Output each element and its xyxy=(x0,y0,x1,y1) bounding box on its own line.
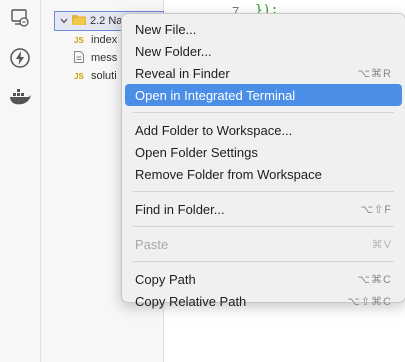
folder-icon xyxy=(72,14,86,28)
menu-item-reveal-in-finder[interactable]: Reveal in Finder ⌥⌘R xyxy=(125,62,402,84)
menu-item-open-in-integrated-terminal[interactable]: Open in Integrated Terminal xyxy=(125,84,402,106)
menu-item-add-folder-to-workspace[interactable]: Add Folder to Workspace... xyxy=(125,119,402,141)
file-name: soluti xyxy=(91,70,117,82)
file-icon xyxy=(74,50,86,66)
js-file-icon: JS xyxy=(74,35,84,45)
shortcut: ⌥⌘R xyxy=(357,67,392,80)
js-file-icon: JS xyxy=(74,71,84,81)
menu-item-paste[interactable]: Paste ⌘V xyxy=(125,233,402,255)
menu-separator xyxy=(133,112,394,113)
context-menu: New File... New Folder... Reveal in Find… xyxy=(121,13,405,309)
shortcut: ⌥⇧⌘C xyxy=(347,295,392,308)
remote-explorer-icon[interactable] xyxy=(8,6,32,30)
file-name: mess xyxy=(91,52,118,64)
shortcut: ⌥⌘C xyxy=(357,273,392,286)
menu-separator xyxy=(133,191,394,192)
shortcut: ⌘V xyxy=(371,238,392,251)
file-name: index xyxy=(91,34,118,46)
lightning-icon[interactable] xyxy=(8,46,32,70)
menu-item-open-folder-settings[interactable]: Open Folder Settings xyxy=(125,141,402,163)
shortcut: ⌥⇧F xyxy=(360,203,392,216)
docker-icon[interactable] xyxy=(8,86,32,110)
menu-item-remove-folder-from-workspace[interactable]: Remove Folder from Workspace xyxy=(125,163,402,185)
menu-separator xyxy=(133,226,394,227)
menu-item-copy-path[interactable]: Copy Path ⌥⌘C xyxy=(125,268,402,290)
menu-item-new-folder[interactable]: New Folder... xyxy=(125,40,402,62)
chevron-down-icon xyxy=(60,15,68,27)
menu-separator xyxy=(133,261,394,262)
menu-item-copy-relative-path[interactable]: Copy Relative Path ⌥⇧⌘C xyxy=(125,290,402,312)
menu-item-find-in-folder[interactable]: Find in Folder... ⌥⇧F xyxy=(125,198,402,220)
activity-bar xyxy=(0,0,41,362)
menu-item-new-file[interactable]: New File... xyxy=(125,18,402,40)
